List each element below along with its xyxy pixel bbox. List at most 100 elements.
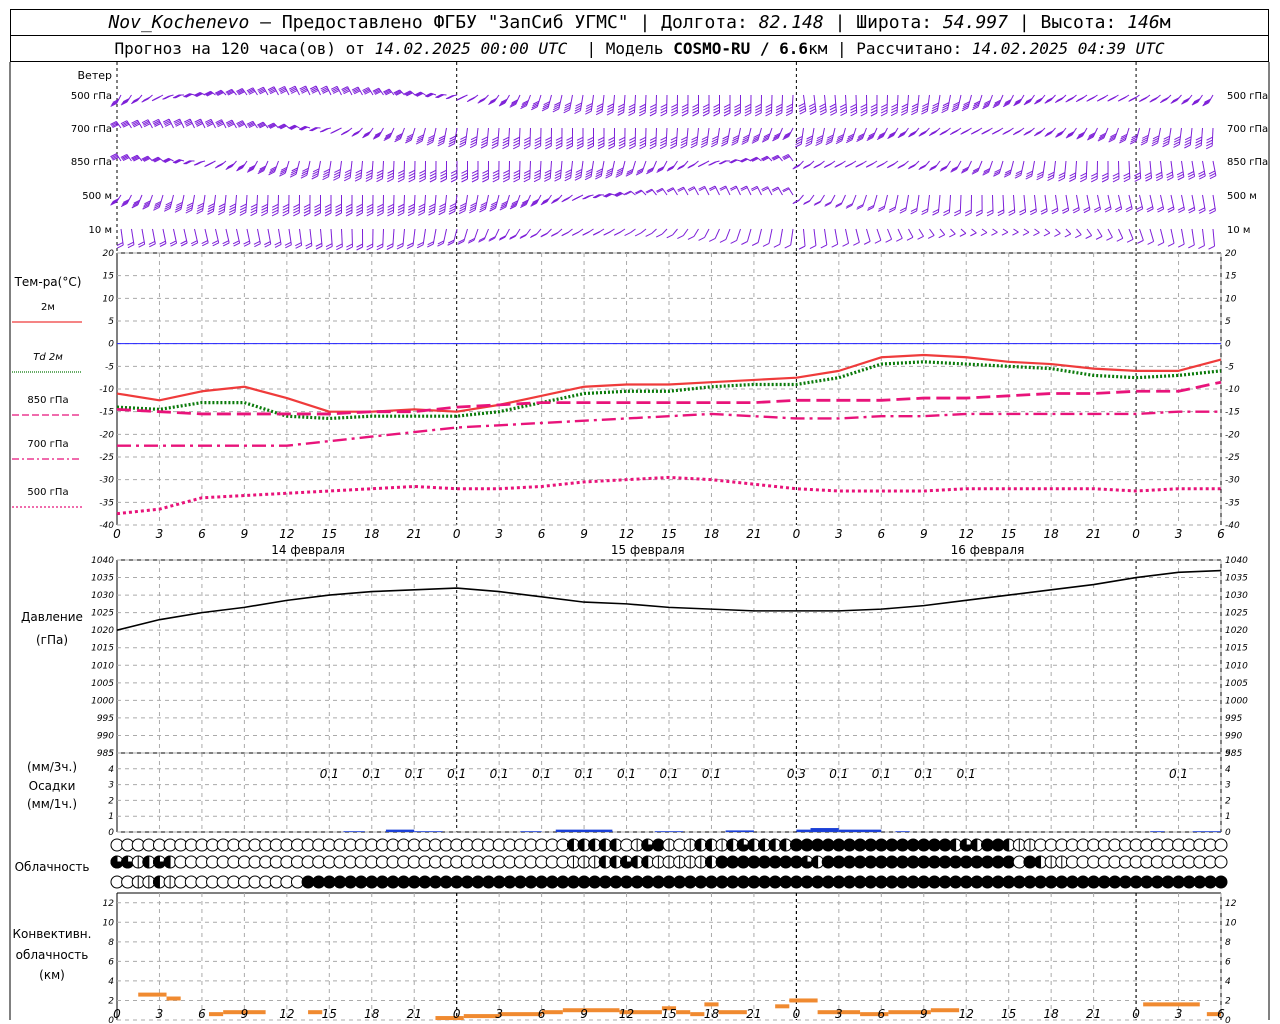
wind-barb-flag [730, 240, 737, 244]
convective-bar [718, 1010, 747, 1015]
wind-barb-flag [1001, 231, 1009, 236]
wind-barb-flag [523, 142, 531, 147]
ytick-right-conv: 8 [1225, 938, 1231, 948]
wind-barb-flag [954, 212, 961, 217]
ytick-right-pres: 1035 [1225, 574, 1248, 584]
convective-bar [1143, 1002, 1200, 1007]
wind-barb-flag [523, 172, 531, 177]
wind-barb-shaft [725, 228, 731, 240]
wind-barb-flag [618, 139, 626, 144]
wind-barb-flag [551, 232, 559, 237]
xtick-hour-bottom: 15 [322, 1007, 337, 1021]
wind-barb-flag [629, 139, 636, 144]
wind-level-right: 500 гПа [1227, 91, 1268, 102]
wind-barb-flag [491, 144, 498, 149]
wind-barb-shaft [950, 228, 956, 235]
wind-barb-flag [566, 136, 573, 141]
wind-barb-flag [618, 136, 626, 141]
wind-barb-flag [744, 103, 752, 108]
wind-barb-flag [1145, 174, 1152, 179]
wind-barb-flag [713, 103, 720, 108]
precip-bar [1192, 831, 1221, 832]
wind-barb-flag [492, 178, 500, 183]
wind-barb-flag [356, 243, 363, 248]
wind-barb-shaft [640, 228, 647, 234]
wind-barb-flag [127, 244, 135, 249]
wind-barb-flag [271, 212, 279, 217]
wind-barb-flag [628, 145, 636, 150]
wind-barb-shaft [1149, 228, 1155, 242]
wind-barb-shaft [1118, 228, 1124, 239]
wind-barb-shaft [714, 228, 720, 239]
wind-barb-flag [1147, 240, 1154, 245]
ytick-right-pres: 1040 [1225, 556, 1248, 566]
wind-barb-flag [314, 206, 321, 211]
cloud-fill [1002, 838, 1010, 852]
xtick-hour: 21 [746, 527, 761, 541]
wind-barb-flag [397, 178, 405, 183]
wind-barb-flag [315, 242, 323, 247]
wind-barb-flag [429, 175, 437, 180]
wind-barb-flag [566, 145, 573, 150]
wind-barb-flag [617, 106, 625, 111]
wind-barb-flag [239, 212, 247, 216]
xtick-hour: 18 [1044, 527, 1060, 541]
wind-barb-flag [991, 231, 998, 236]
wind-barb-shaft [908, 228, 914, 238]
wind-barb-flag [293, 206, 300, 211]
wind-barb-flag [765, 109, 772, 114]
xtick-hour-bottom: 21 [1086, 1007, 1101, 1021]
cloud-fill [630, 855, 638, 869]
wind-barb-flag [702, 106, 710, 111]
wind-barb-flag [638, 112, 646, 117]
wind-barb-flag [544, 175, 551, 180]
wind-barb-flag [808, 103, 816, 108]
wind-barb-flag [1004, 129, 1012, 134]
wind-barb-flag [544, 172, 551, 177]
cloud-fill [566, 838, 574, 852]
ytick-left-temp: 15 [103, 272, 115, 282]
ytick-left-conv: 8 [108, 938, 114, 948]
ytick-right-pres: 1015 [1225, 644, 1248, 654]
wind-barb-flag [660, 106, 667, 111]
wind-barb-flag [660, 112, 667, 117]
xtick-hour: 3 [156, 527, 164, 541]
wind-barb-flag [671, 109, 678, 114]
wind-barb-flag [250, 209, 257, 214]
wind-barb-flag [440, 169, 447, 174]
wind-barb-flag [959, 232, 967, 237]
wind-barb-flag [387, 212, 394, 217]
xtick-hour: 21 [407, 527, 422, 541]
ytick-left-temp: 5 [108, 317, 114, 327]
wind-barb-flag [206, 161, 214, 166]
wind-barb-flag [1069, 178, 1076, 182]
wind-barb-flag [1177, 173, 1184, 178]
wind-barb-flag [798, 245, 806, 250]
wind-barb-flag [671, 112, 678, 117]
precip-bar [725, 830, 754, 832]
wind-barb-flag [502, 145, 509, 150]
wind-barb-flag [775, 109, 783, 114]
precip-amount-label: 0.1 [490, 767, 509, 781]
wind-barb-flag [534, 142, 541, 147]
wind-barb-flag [809, 105, 816, 110]
wind-barb-flag [617, 111, 624, 116]
wind-barb-flag [597, 145, 605, 150]
wind-barb-flag [699, 162, 706, 167]
wind-level-right: 850 гПа [1227, 157, 1268, 168]
wind-barb-flag [461, 169, 468, 174]
convective-bar [775, 1004, 790, 1009]
wind-barb-flag [285, 244, 292, 249]
temp-legend-label: 2м [41, 302, 55, 313]
temp-legend-label: 500 гПа [27, 487, 68, 498]
wind-barbs [110, 85, 1217, 251]
wind-barb-flag [534, 136, 542, 141]
wind-barb-flag [830, 111, 837, 116]
wind-barb-flag [376, 209, 384, 214]
wind-barb-flag [1069, 172, 1076, 177]
ytick-right-conv: 4 [1225, 977, 1231, 987]
cloud-fill [704, 838, 712, 852]
wind-barb-shaft [1191, 228, 1195, 246]
ytick-right-temp: 5 [1225, 317, 1231, 327]
wind-barb-flag [274, 241, 281, 246]
